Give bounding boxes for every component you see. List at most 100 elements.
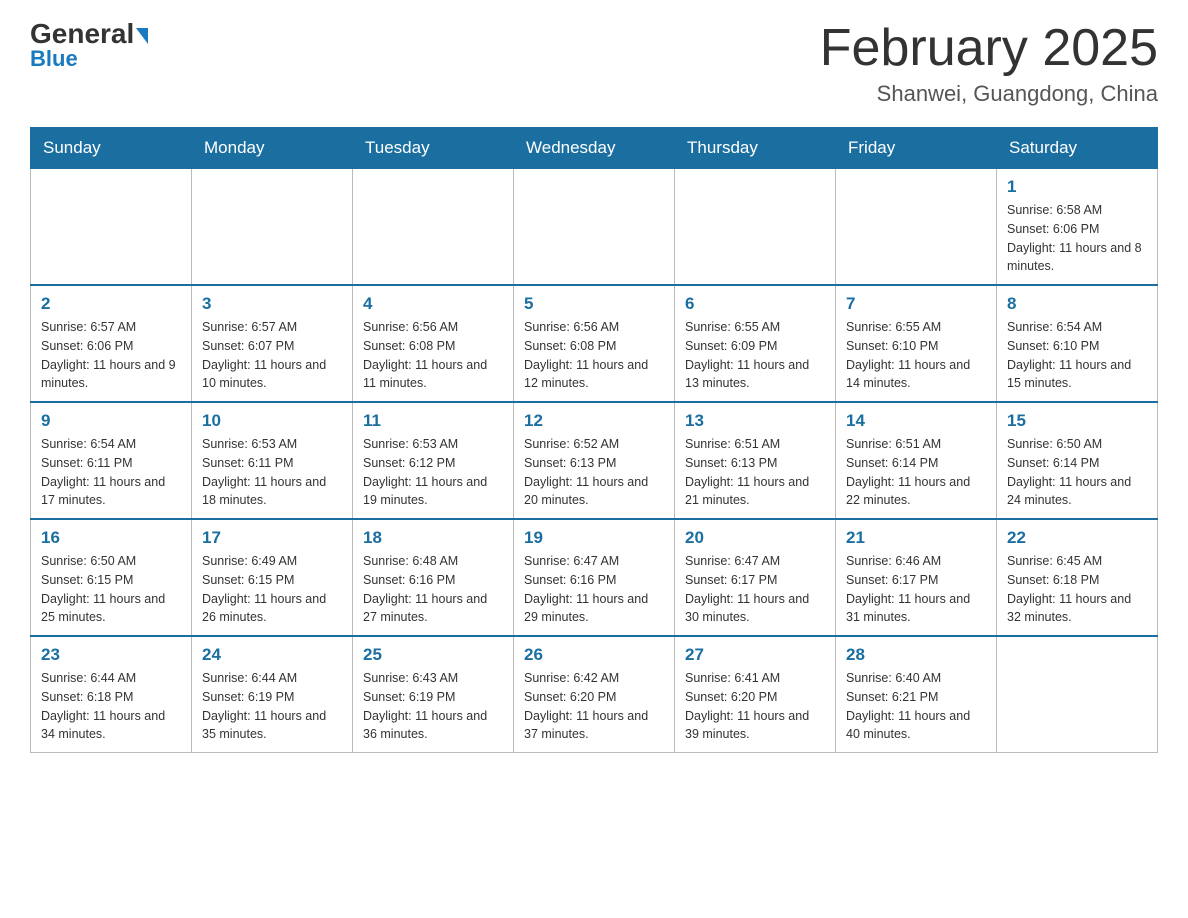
calendar-day-cell: 16 Sunrise: 6:50 AM Sunset: 6:15 PM Dayli…: [31, 519, 192, 636]
day-info: Sunrise: 6:41 AM Sunset: 6:20 PM Dayligh…: [685, 669, 825, 744]
day-number: 24: [202, 645, 342, 665]
calendar-day-cell: 5 Sunrise: 6:56 AM Sunset: 6:08 PM Daylig…: [514, 285, 675, 402]
location-title: Shanwei, Guangdong, China: [820, 81, 1158, 107]
calendar-day-cell: 26 Sunrise: 6:42 AM Sunset: 6:20 PM Dayli…: [514, 636, 675, 753]
calendar-header-thursday: Thursday: [675, 128, 836, 169]
calendar-day-cell: 4 Sunrise: 6:56 AM Sunset: 6:08 PM Daylig…: [353, 285, 514, 402]
day-info: Sunrise: 6:44 AM Sunset: 6:19 PM Dayligh…: [202, 669, 342, 744]
day-number: 3: [202, 294, 342, 314]
calendar-header-tuesday: Tuesday: [353, 128, 514, 169]
day-info: Sunrise: 6:48 AM Sunset: 6:16 PM Dayligh…: [363, 552, 503, 627]
calendar-day-cell: 15 Sunrise: 6:50 AM Sunset: 6:14 PM Dayli…: [997, 402, 1158, 519]
calendar-day-cell: 24 Sunrise: 6:44 AM Sunset: 6:19 PM Dayli…: [192, 636, 353, 753]
calendar-day-cell: [353, 169, 514, 286]
calendar-week-row: 9Sunrise: 6:54 AM Sunset: 6:11 PM Daylig…: [31, 402, 1158, 519]
calendar-day-cell: [31, 169, 192, 286]
day-info: Sunrise: 6:50 AM Sunset: 6:14 PM Dayligh…: [1007, 435, 1147, 510]
day-info: Sunrise: 6:40 AM Sunset: 6:21 PM Dayligh…: [846, 669, 986, 744]
day-number: 22: [1007, 528, 1147, 548]
calendar-week-row: 23 Sunrise: 6:44 AM Sunset: 6:18 PM Dayli…: [31, 636, 1158, 753]
calendar-day-cell: 13Sunrise: 6:51 AM Sunset: 6:13 PM Dayli…: [675, 402, 836, 519]
day-number: 26: [524, 645, 664, 665]
calendar-day-cell: 9Sunrise: 6:54 AM Sunset: 6:11 PM Daylig…: [31, 402, 192, 519]
calendar-day-cell: [997, 636, 1158, 753]
calendar-day-cell: 14Sunrise: 6:51 AM Sunset: 6:14 PM Dayli…: [836, 402, 997, 519]
day-number: 10: [202, 411, 342, 431]
day-number: 1: [1007, 177, 1147, 197]
calendar-header-monday: Monday: [192, 128, 353, 169]
calendar-day-cell: 25 Sunrise: 6:43 AM Sunset: 6:19 PM Dayli…: [353, 636, 514, 753]
day-info: Sunrise: 6:51 AM Sunset: 6:13 PM Dayligh…: [685, 435, 825, 510]
day-info: Sunrise: 6:50 AM Sunset: 6:15 PM Dayligh…: [41, 552, 181, 627]
calendar-day-cell: 12 Sunrise: 6:52 AM Sunset: 6:13 PM Dayli…: [514, 402, 675, 519]
day-number: 27: [685, 645, 825, 665]
day-info: Sunrise: 6:58 AM Sunset: 6:06 PM Dayligh…: [1007, 201, 1147, 276]
calendar-day-cell: [192, 169, 353, 286]
day-number: 20: [685, 528, 825, 548]
calendar-day-cell: 3Sunrise: 6:57 AM Sunset: 6:07 PM Daylig…: [192, 285, 353, 402]
day-info: Sunrise: 6:43 AM Sunset: 6:19 PM Dayligh…: [363, 669, 503, 744]
calendar-day-cell: [514, 169, 675, 286]
calendar-day-cell: 18 Sunrise: 6:48 AM Sunset: 6:16 PM Dayli…: [353, 519, 514, 636]
day-number: 18: [363, 528, 503, 548]
day-info: Sunrise: 6:52 AM Sunset: 6:13 PM Dayligh…: [524, 435, 664, 510]
calendar-day-cell: 7 Sunrise: 6:55 AM Sunset: 6:10 PM Daylig…: [836, 285, 997, 402]
calendar-day-cell: [675, 169, 836, 286]
calendar-day-cell: 28 Sunrise: 6:40 AM Sunset: 6:21 PM Dayli…: [836, 636, 997, 753]
day-info: Sunrise: 6:45 AM Sunset: 6:18 PM Dayligh…: [1007, 552, 1147, 627]
day-number: 9: [41, 411, 181, 431]
day-number: 5: [524, 294, 664, 314]
day-info: Sunrise: 6:47 AM Sunset: 6:16 PM Dayligh…: [524, 552, 664, 627]
day-info: Sunrise: 6:55 AM Sunset: 6:10 PM Dayligh…: [846, 318, 986, 393]
calendar-week-row: 2Sunrise: 6:57 AM Sunset: 6:06 PM Daylig…: [31, 285, 1158, 402]
day-number: 11: [363, 411, 503, 431]
calendar-table: SundayMondayTuesdayWednesdayThursdayFrid…: [30, 127, 1158, 753]
calendar-week-row: 16 Sunrise: 6:50 AM Sunset: 6:15 PM Dayli…: [31, 519, 1158, 636]
month-title: February 2025: [820, 20, 1158, 77]
day-number: 7: [846, 294, 986, 314]
calendar-header-saturday: Saturday: [997, 128, 1158, 169]
title-block: February 2025 Shanwei, Guangdong, China: [820, 20, 1158, 107]
calendar-header-friday: Friday: [836, 128, 997, 169]
calendar-day-cell: 27 Sunrise: 6:41 AM Sunset: 6:20 PM Dayli…: [675, 636, 836, 753]
day-info: Sunrise: 6:44 AM Sunset: 6:18 PM Dayligh…: [41, 669, 181, 744]
calendar-day-cell: 1 Sunrise: 6:58 AM Sunset: 6:06 PM Daylig…: [997, 169, 1158, 286]
day-number: 8: [1007, 294, 1147, 314]
calendar-day-cell: [836, 169, 997, 286]
day-info: Sunrise: 6:56 AM Sunset: 6:08 PM Dayligh…: [524, 318, 664, 393]
calendar-day-cell: 21Sunrise: 6:46 AM Sunset: 6:17 PM Dayli…: [836, 519, 997, 636]
day-info: Sunrise: 6:46 AM Sunset: 6:17 PM Dayligh…: [846, 552, 986, 627]
calendar-header-row: SundayMondayTuesdayWednesdayThursdayFrid…: [31, 128, 1158, 169]
day-number: 25: [363, 645, 503, 665]
calendar-day-cell: 22 Sunrise: 6:45 AM Sunset: 6:18 PM Dayli…: [997, 519, 1158, 636]
day-number: 17: [202, 528, 342, 548]
day-info: Sunrise: 6:49 AM Sunset: 6:15 PM Dayligh…: [202, 552, 342, 627]
calendar-day-cell: 2Sunrise: 6:57 AM Sunset: 6:06 PM Daylig…: [31, 285, 192, 402]
day-info: Sunrise: 6:53 AM Sunset: 6:12 PM Dayligh…: [363, 435, 503, 510]
day-number: 12: [524, 411, 664, 431]
day-info: Sunrise: 6:54 AM Sunset: 6:10 PM Dayligh…: [1007, 318, 1147, 393]
day-number: 23: [41, 645, 181, 665]
calendar-day-cell: 11 Sunrise: 6:53 AM Sunset: 6:12 PM Dayli…: [353, 402, 514, 519]
day-number: 2: [41, 294, 181, 314]
day-number: 19: [524, 528, 664, 548]
day-info: Sunrise: 6:51 AM Sunset: 6:14 PM Dayligh…: [846, 435, 986, 510]
day-number: 16: [41, 528, 181, 548]
day-number: 28: [846, 645, 986, 665]
day-info: Sunrise: 6:47 AM Sunset: 6:17 PM Dayligh…: [685, 552, 825, 627]
day-info: Sunrise: 6:56 AM Sunset: 6:08 PM Dayligh…: [363, 318, 503, 393]
day-info: Sunrise: 6:42 AM Sunset: 6:20 PM Dayligh…: [524, 669, 664, 744]
calendar-header-wednesday: Wednesday: [514, 128, 675, 169]
logo-blue: Blue: [30, 46, 78, 72]
calendar-week-row: 1 Sunrise: 6:58 AM Sunset: 6:06 PM Daylig…: [31, 169, 1158, 286]
logo: General Blue: [30, 20, 148, 72]
calendar-header-sunday: Sunday: [31, 128, 192, 169]
calendar-day-cell: 23 Sunrise: 6:44 AM Sunset: 6:18 PM Dayli…: [31, 636, 192, 753]
day-info: Sunrise: 6:53 AM Sunset: 6:11 PM Dayligh…: [202, 435, 342, 510]
calendar-day-cell: 10 Sunrise: 6:53 AM Sunset: 6:11 PM Dayli…: [192, 402, 353, 519]
calendar-day-cell: 8 Sunrise: 6:54 AM Sunset: 6:10 PM Daylig…: [997, 285, 1158, 402]
day-number: 15: [1007, 411, 1147, 431]
logo-general: General: [30, 20, 148, 48]
day-number: 6: [685, 294, 825, 314]
day-number: 4: [363, 294, 503, 314]
